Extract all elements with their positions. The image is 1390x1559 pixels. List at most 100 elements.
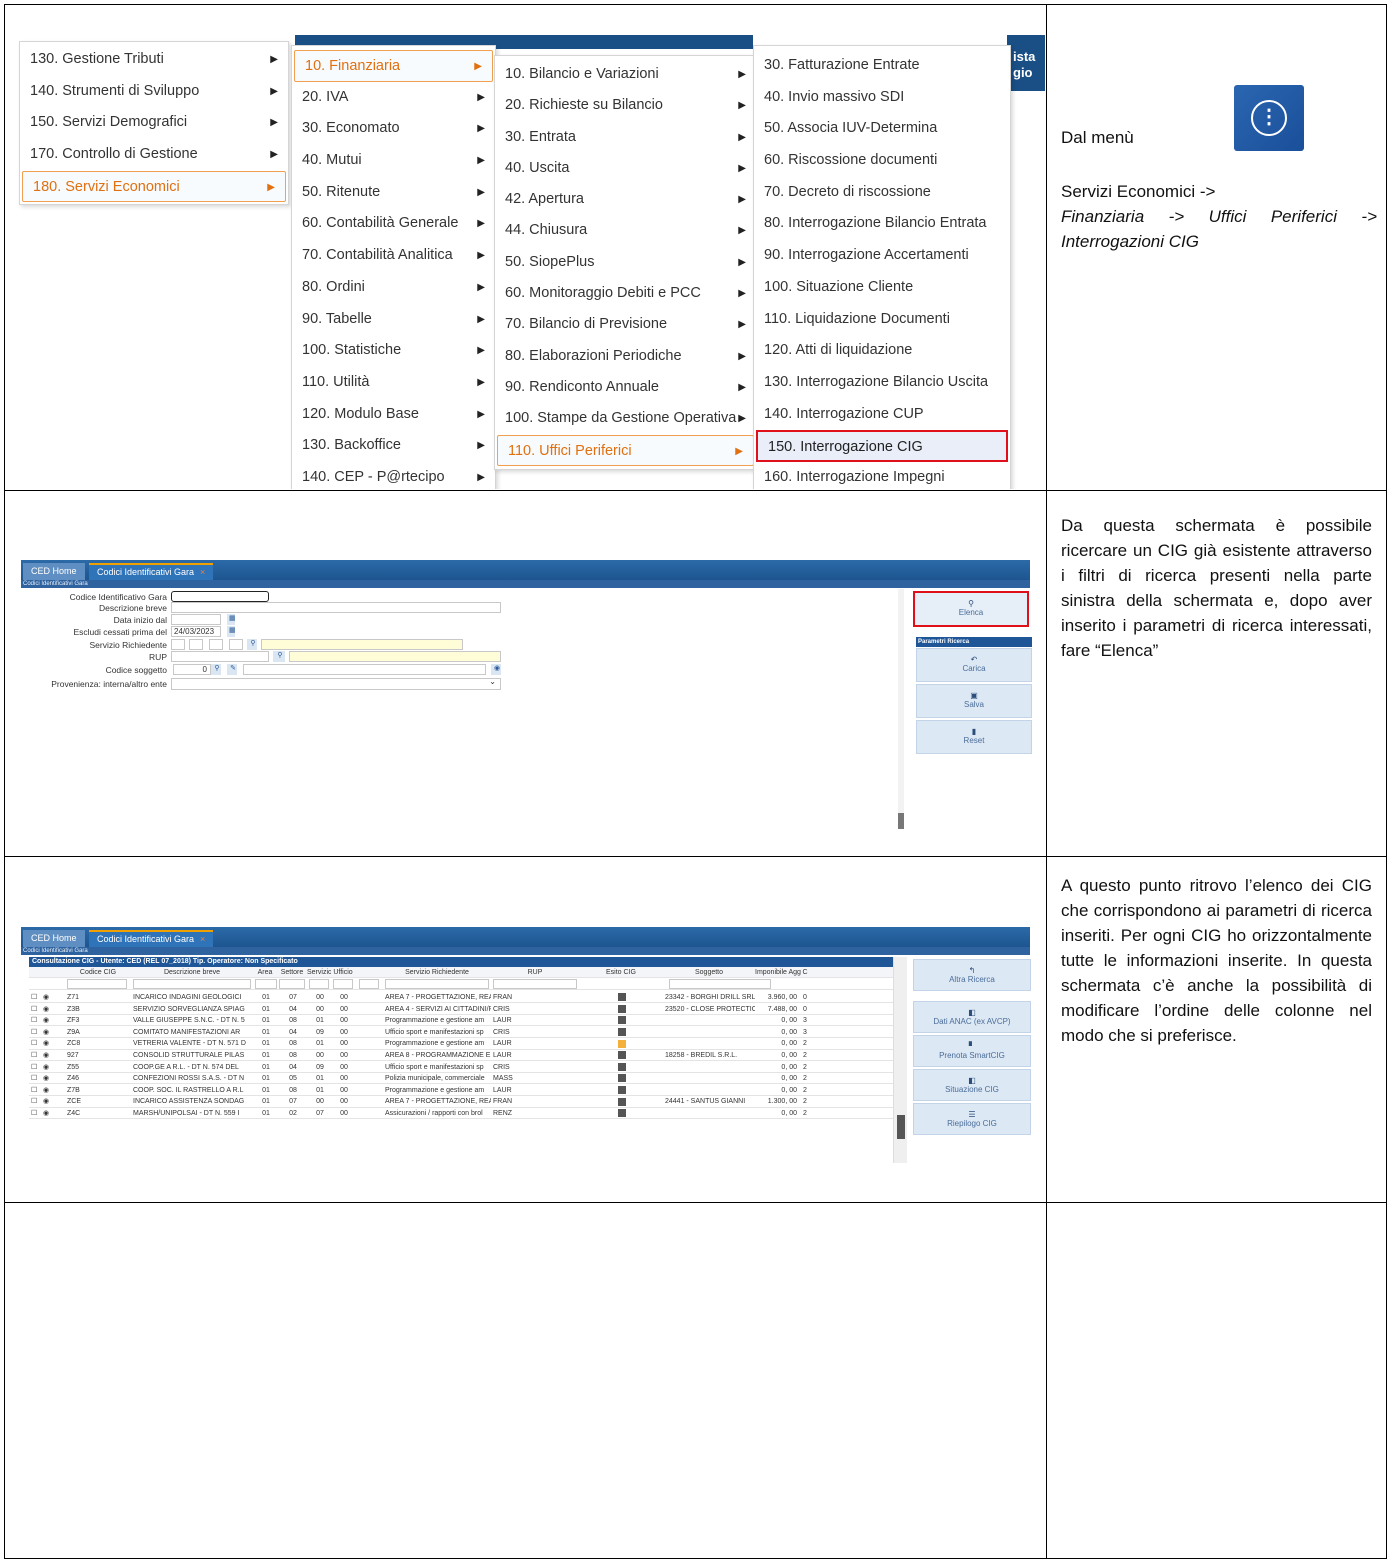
menu3-item[interactable]: 70. Bilancio di Previsione ▶ — [495, 309, 756, 340]
altra-ricerca-button[interactable]: ↰ Altra Ricerca — [913, 959, 1031, 991]
menu4-item[interactable]: 140. Interrogazione CUP — [754, 399, 1010, 431]
column-header[interactable]: Imponibile Aggiudica — [755, 967, 801, 978]
row-checkbox[interactable]: ☐ — [31, 1108, 37, 1119]
view-icon[interactable]: ◉ — [43, 1062, 49, 1073]
menu2-item[interactable]: 130. Backoffice ▶ — [292, 430, 495, 462]
menu1-item[interactable]: 140. Strumenti di Sviluppo ▶ — [20, 76, 288, 108]
field-button-icon[interactable]: ✎ — [227, 664, 237, 675]
column-header[interactable]: Ufficio — [331, 967, 355, 978]
view-icon[interactable]: ◉ — [43, 1073, 49, 1084]
table-row[interactable]: ☐ ◉ ZF3 VALLE GIUSEPPE S.N.C. - DT N. 5 01 08… — [29, 1015, 893, 1027]
column-header[interactable]: Descrizione breve — [131, 967, 253, 978]
menu4-item[interactable]: 100. Situazione Cliente — [754, 272, 1010, 304]
menu2-item[interactable]: 120. Modulo Base ▶ — [292, 399, 495, 431]
row-checkbox[interactable]: ☐ — [31, 1096, 37, 1107]
row-checkbox[interactable]: ☐ — [31, 1038, 37, 1049]
column-filter-input[interactable] — [279, 979, 305, 989]
column-filter-input[interactable] — [333, 979, 353, 989]
dati-anac-button[interactable]: ◧ Dati ANAC (ex AVCP) — [913, 1001, 1031, 1033]
field-input[interactable] — [261, 639, 463, 650]
field-input[interactable]: 0 — [173, 664, 211, 675]
table-row[interactable]: ☐ ◉ Z3B SERVIZIO SORVEGLIANZA SPIAG 01 04 00 00… — [29, 1004, 893, 1015]
menu3-item[interactable]: 100. Stampe da Gestione Operativa ▶ — [495, 403, 756, 434]
menu1-item[interactable]: 150. Servizi Demografici ▶ — [20, 107, 288, 139]
column-filter-input[interactable] — [133, 979, 251, 989]
elenca-button[interactable]: ⚲ Elenca — [913, 591, 1029, 627]
column-header[interactable]: Soggetto — [663, 967, 755, 978]
menu4-item[interactable]: 30. Fatturazione Entrate — [754, 50, 1010, 82]
column-filter-input[interactable] — [385, 979, 489, 989]
row-checkbox[interactable]: ☐ — [31, 1062, 37, 1073]
row-checkbox[interactable]: ☐ — [31, 1015, 37, 1026]
view-icon[interactable]: ◉ — [43, 1108, 49, 1119]
menu2-item[interactable]: 20. IVA ▶ — [292, 82, 495, 114]
field-input[interactable] — [229, 639, 243, 650]
menu2-item[interactable]: 70. Contabilità Analitica ▶ — [292, 240, 495, 272]
column-header[interactable]: Area — [253, 967, 277, 978]
menu3-item[interactable]: 44. Chiusura ▶ — [495, 215, 756, 246]
field-input[interactable] — [171, 651, 269, 662]
column-filter-input[interactable] — [255, 979, 277, 989]
column-header[interactable]: Servizio Richiedente — [383, 967, 491, 978]
menu4-item[interactable]: 50. Associa IUV-Determina — [754, 113, 1010, 145]
row-checkbox[interactable]: ☐ — [31, 1073, 37, 1084]
menu2-item[interactable]: 50. Ritenute ▶ — [292, 177, 495, 209]
column-filter-input[interactable] — [67, 979, 127, 989]
salva-button[interactable]: ▣ Salva — [916, 684, 1032, 718]
column-filter-input[interactable] — [309, 979, 329, 989]
row-checkbox[interactable]: ☐ — [31, 1004, 37, 1015]
column-header[interactable]: C — [801, 967, 809, 978]
column-header[interactable]: Codice CIG — [65, 967, 131, 978]
menu2-item[interactable]: 60. Contabilità Generale ▶ — [292, 208, 495, 240]
field-button-icon[interactable]: ⚲ — [247, 639, 257, 650]
table-row[interactable]: ☐ ◉ ZC8 VETRERIA VALENTE - DT N. 571 D 01 08 0… — [29, 1038, 893, 1050]
prenota-smartcig-button[interactable]: ▘ Prenota SmartCIG — [913, 1035, 1031, 1067]
menu3-item[interactable]: 10. Bilancio e Variazioni ▶ — [495, 59, 756, 90]
grid-scrollbar[interactable] — [893, 957, 907, 1163]
menu2-item[interactable]: 110. Utilità ▶ — [292, 367, 495, 399]
column-header[interactable]: Settore — [277, 967, 307, 978]
menu1-item[interactable]: 130. Gestione Tributi ▶ — [20, 44, 288, 76]
row-checkbox[interactable]: ☐ — [31, 1027, 37, 1038]
field-button-icon[interactable]: ⚲ — [211, 664, 221, 675]
menu2-item[interactable]: 80. Ordini ▶ — [292, 272, 495, 304]
field-input[interactable] — [171, 614, 221, 625]
tab-ced-home[interactable]: CED Home — [23, 563, 85, 580]
table-row[interactable]: ☐ ◉ Z71 INCARICO INDAGINI GEOLOGICI 01 07 00 00… — [29, 992, 893, 1004]
column-filter-input[interactable] — [493, 979, 577, 989]
menu3-item[interactable]: 110. Uffici Periferici ▶ — [497, 434, 754, 466]
column-header[interactable]: RUP — [491, 967, 579, 978]
row-checkbox[interactable]: ☐ — [31, 1050, 37, 1061]
reset-button[interactable]: ▮ Reset — [916, 720, 1032, 754]
view-icon[interactable]: ◉ — [43, 1096, 49, 1107]
tab-ced-home-2[interactable]: CED Home — [23, 930, 85, 947]
menu2-item[interactable]: 100. Statistiche ▶ — [292, 335, 495, 367]
field-input[interactable] — [171, 639, 185, 650]
tab-codici-gara[interactable]: Codici Identificativi Gara × — [89, 563, 214, 580]
menu2-item[interactable]: 30. Economato ▶ — [292, 113, 495, 145]
menu4-item[interactable]: 120. Atti di liquidazione — [754, 335, 1010, 367]
row-checkbox[interactable]: ☐ — [31, 992, 37, 1003]
field-input[interactable] — [171, 591, 269, 602]
field-input[interactable] — [289, 651, 501, 662]
table-row[interactable]: ☐ ◉ Z46 CONFEZIONI ROSSI S.A.S. - DT N 01 05 0… — [29, 1073, 893, 1085]
field-input[interactable]: 24/03/2023 — [171, 626, 221, 637]
menu3-item[interactable]: 42. Apertura ▶ — [495, 184, 756, 215]
menu2-item[interactable]: 40. Mutui ▶ — [292, 145, 495, 177]
close-icon[interactable]: × — [200, 567, 205, 577]
menu2-item[interactable]: 140. CEP - P@rtecipo ▶ — [292, 462, 495, 489]
column-filter-input[interactable] — [359, 979, 379, 989]
field-input[interactable] — [243, 664, 486, 675]
view-icon[interactable]: ◉ — [43, 1027, 49, 1038]
menu2-item[interactable]: 90. Tabelle ▶ — [292, 304, 495, 336]
column-header[interactable]: Esito CIG — [579, 967, 663, 978]
menu4-item[interactable]: 130. Interrogazione Bilancio Uscita — [754, 367, 1010, 399]
table-row[interactable]: ☐ ◉ Z7B COOP. SOC. IL RASTRELLO A R.L 01 08 01… — [29, 1085, 893, 1096]
field-button-icon[interactable]: ▦ — [227, 614, 236, 625]
view-icon[interactable]: ◉ — [43, 1015, 49, 1026]
menu1-item[interactable]: 170. Controllo di Gestione ▶ — [20, 139, 288, 171]
situazione-cig-button[interactable]: ◧ Situazione CIG — [913, 1069, 1031, 1101]
menu3-item[interactable]: 90. Rendiconto Annuale ▶ — [495, 372, 756, 403]
menu2-item[interactable]: 10. Finanziaria ▶ — [294, 50, 493, 82]
field-button-icon[interactable]: ⚲ — [273, 651, 285, 662]
